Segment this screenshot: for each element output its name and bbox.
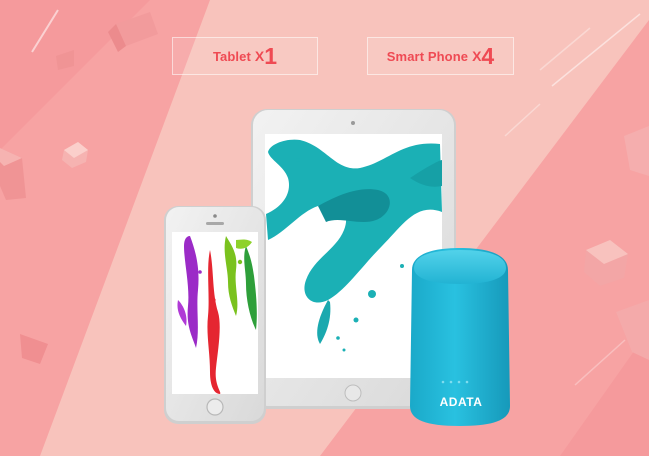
badge-multiplier-symbol: X [472, 48, 482, 64]
smartphone-device [164, 206, 266, 424]
phone-home-button [206, 398, 224, 416]
tablet-capacity-badge: Tablet X 1 [172, 37, 318, 75]
badge-device-label: Tablet [212, 48, 251, 64]
tablet-home-button [344, 384, 362, 402]
smartphone-capacity-badge: Smart Phone X 4 [367, 37, 514, 75]
tablet-camera [351, 121, 355, 125]
badge-multiplier-symbol: X [254, 48, 265, 64]
brand-logo: ADATA [439, 395, 483, 409]
promo-banner: Tablet X 1 Smart Phone X 4 ADATA [0, 0, 649, 456]
badge-count: 1 [264, 42, 278, 69]
badge-device-label: Smart Phone [386, 48, 469, 64]
banner-artwork [0, 0, 649, 456]
badge-count: 4 [481, 42, 495, 69]
